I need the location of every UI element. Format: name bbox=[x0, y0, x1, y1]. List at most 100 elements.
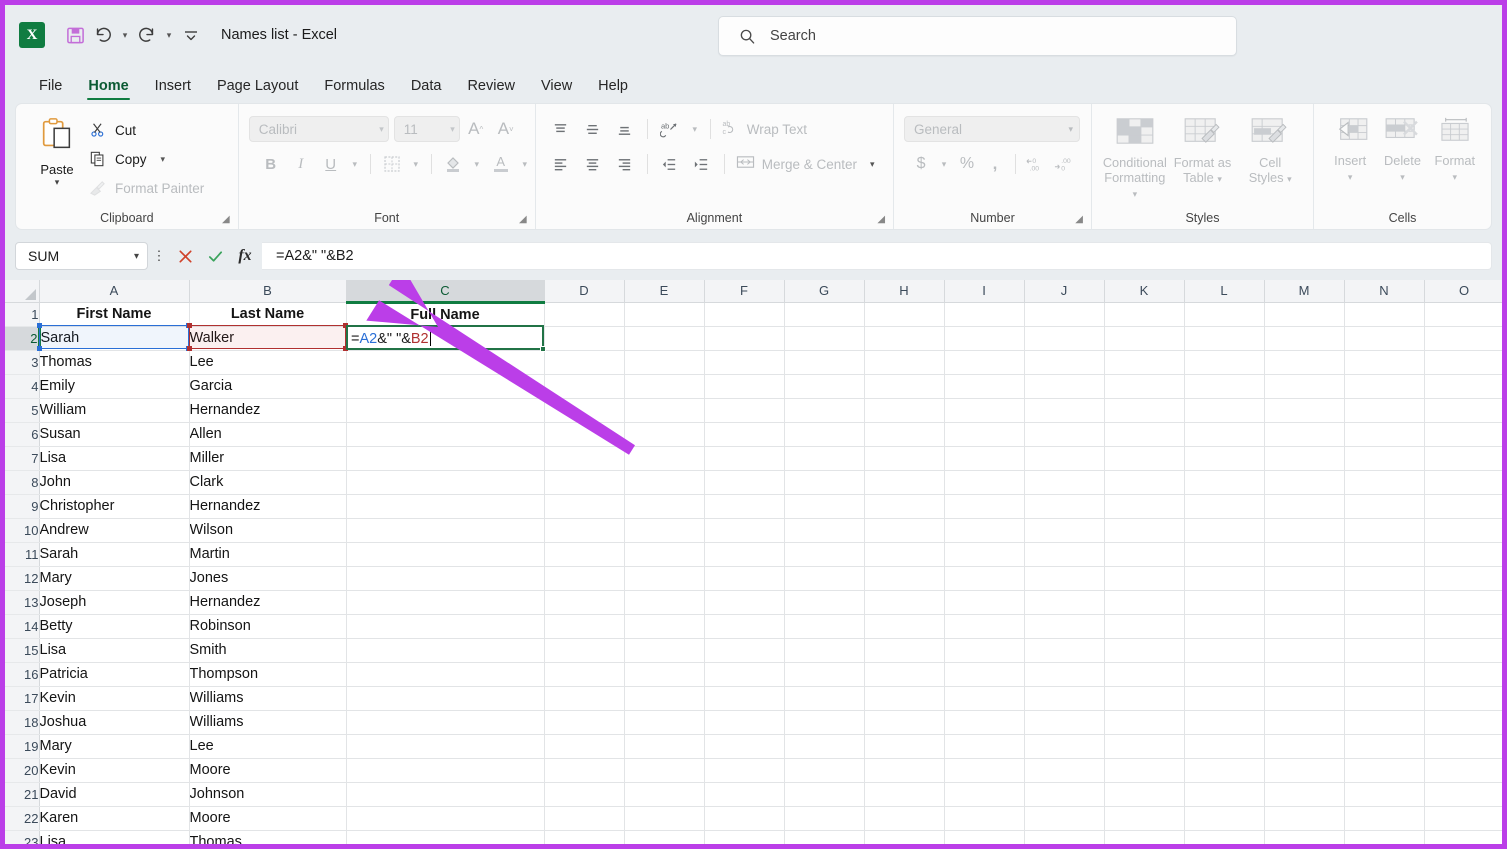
cell-e9[interactable] bbox=[624, 494, 705, 519]
cell-b4[interactable]: Garcia bbox=[189, 374, 347, 399]
font-color-icon[interactable]: A bbox=[487, 151, 515, 177]
format-caret-icon[interactable]: ▾ bbox=[1453, 172, 1458, 182]
cell-f13[interactable] bbox=[704, 590, 785, 615]
cell-o5[interactable] bbox=[1424, 398, 1502, 423]
column-header-h[interactable]: H bbox=[864, 280, 945, 303]
orientation-caret-icon[interactable]: ▾ bbox=[687, 116, 703, 142]
cell-c9[interactable] bbox=[346, 494, 545, 519]
cell-e5[interactable] bbox=[624, 398, 705, 423]
cell-o4[interactable] bbox=[1424, 374, 1502, 399]
cell-g22[interactable] bbox=[784, 806, 865, 831]
cell-n6[interactable] bbox=[1344, 422, 1425, 447]
cell-a14[interactable]: Betty bbox=[39, 614, 190, 639]
cell-i7[interactable] bbox=[944, 446, 1025, 471]
cell-e20[interactable] bbox=[624, 758, 705, 783]
cell-k13[interactable] bbox=[1104, 590, 1185, 615]
cell-g6[interactable] bbox=[784, 422, 865, 447]
cell-f10[interactable] bbox=[704, 518, 785, 543]
underline-caret-icon[interactable]: ▾ bbox=[347, 151, 363, 177]
cell-c15[interactable] bbox=[346, 638, 545, 663]
font-size-combo[interactable]: 11 ▾ bbox=[393, 116, 460, 142]
row-header-19[interactable]: 19 bbox=[5, 734, 40, 759]
cell-d1[interactable] bbox=[544, 302, 625, 327]
cell-o13[interactable] bbox=[1424, 590, 1502, 615]
cell-d14[interactable] bbox=[544, 614, 625, 639]
cell-d11[interactable] bbox=[544, 542, 625, 567]
cell-f20[interactable] bbox=[704, 758, 785, 783]
cell-g21[interactable] bbox=[784, 782, 865, 807]
paste-button[interactable]: Paste ▾ bbox=[26, 114, 88, 187]
cell-f21[interactable] bbox=[704, 782, 785, 807]
cell-f16[interactable] bbox=[704, 662, 785, 687]
cell-e12[interactable] bbox=[624, 566, 705, 591]
cell-c11[interactable] bbox=[346, 542, 545, 567]
bold-button[interactable]: B bbox=[257, 151, 285, 177]
cell-f9[interactable] bbox=[704, 494, 785, 519]
cell-o8[interactable] bbox=[1424, 470, 1502, 495]
cell-l7[interactable] bbox=[1184, 446, 1265, 471]
clipboard-dialog-launcher-icon[interactable]: ◢ bbox=[222, 214, 230, 225]
cell-b15[interactable]: Smith bbox=[189, 638, 347, 663]
row-header-18[interactable]: 18 bbox=[5, 710, 40, 735]
row-header-4[interactable]: 4 bbox=[5, 374, 40, 399]
row-header-17[interactable]: 17 bbox=[5, 686, 40, 711]
increase-decimal-icon[interactable]: 0 .00 bbox=[1023, 151, 1049, 177]
cell-i6[interactable] bbox=[944, 422, 1025, 447]
cell-n1[interactable] bbox=[1344, 302, 1425, 327]
cell-m18[interactable] bbox=[1264, 710, 1345, 735]
cell-h17[interactable] bbox=[864, 686, 945, 711]
cell-g4[interactable] bbox=[784, 374, 865, 399]
cell-f12[interactable] bbox=[704, 566, 785, 591]
merge-center-button[interactable]: Merge & Center ▾ bbox=[732, 151, 875, 177]
cell-l14[interactable] bbox=[1184, 614, 1265, 639]
wrap-text-button[interactable]: ab c Wrap Text bbox=[718, 116, 807, 142]
cell-a9[interactable]: Christopher bbox=[39, 494, 190, 519]
column-header-a[interactable]: A bbox=[39, 280, 190, 303]
cell-b22[interactable]: Moore bbox=[189, 806, 347, 831]
cell-i2[interactable] bbox=[944, 326, 1025, 351]
cell-h15[interactable] bbox=[864, 638, 945, 663]
cell-g9[interactable] bbox=[784, 494, 865, 519]
cell-c23[interactable] bbox=[346, 830, 545, 844]
cell-i18[interactable] bbox=[944, 710, 1025, 735]
cell-j4[interactable] bbox=[1024, 374, 1105, 399]
cell-b13[interactable]: Hernandez bbox=[189, 590, 347, 615]
cell-l23[interactable] bbox=[1184, 830, 1265, 844]
cell-g15[interactable] bbox=[784, 638, 865, 663]
cell-f7[interactable] bbox=[704, 446, 785, 471]
cell-g20[interactable] bbox=[784, 758, 865, 783]
tab-view[interactable]: View bbox=[529, 74, 584, 103]
row-header-3[interactable]: 3 bbox=[5, 350, 40, 375]
cell-n8[interactable] bbox=[1344, 470, 1425, 495]
cell-c20[interactable] bbox=[346, 758, 545, 783]
accounting-caret-icon[interactable]: ▾ bbox=[936, 151, 952, 177]
cell-o22[interactable] bbox=[1424, 806, 1502, 831]
cell-a23[interactable]: Lisa bbox=[39, 830, 190, 844]
cell-k23[interactable] bbox=[1104, 830, 1185, 844]
cell-m11[interactable] bbox=[1264, 542, 1345, 567]
cell-b1[interactable]: Last Name bbox=[189, 302, 347, 327]
cell-l13[interactable] bbox=[1184, 590, 1265, 615]
cell-b10[interactable]: Wilson bbox=[189, 518, 347, 543]
cell-i1[interactable] bbox=[944, 302, 1025, 327]
cell-j22[interactable] bbox=[1024, 806, 1105, 831]
comma-style-icon[interactable]: , bbox=[982, 151, 1008, 177]
cell-m23[interactable] bbox=[1264, 830, 1345, 844]
insert-function-icon[interactable]: fx bbox=[230, 242, 260, 270]
cell-g19[interactable] bbox=[784, 734, 865, 759]
cell-k7[interactable] bbox=[1104, 446, 1185, 471]
cell-k11[interactable] bbox=[1104, 542, 1185, 567]
cell-e21[interactable] bbox=[624, 782, 705, 807]
cell-n13[interactable] bbox=[1344, 590, 1425, 615]
number-format-combo[interactable]: General ▾ bbox=[904, 116, 1081, 142]
cell-k19[interactable] bbox=[1104, 734, 1185, 759]
cell-j7[interactable] bbox=[1024, 446, 1105, 471]
cell-n20[interactable] bbox=[1344, 758, 1425, 783]
percent-style-icon[interactable]: % bbox=[954, 151, 980, 177]
enter-formula-icon[interactable] bbox=[200, 242, 230, 270]
cell-h9[interactable] bbox=[864, 494, 945, 519]
cell-n19[interactable] bbox=[1344, 734, 1425, 759]
cell-k15[interactable] bbox=[1104, 638, 1185, 663]
cell-e14[interactable] bbox=[624, 614, 705, 639]
cell-h20[interactable] bbox=[864, 758, 945, 783]
